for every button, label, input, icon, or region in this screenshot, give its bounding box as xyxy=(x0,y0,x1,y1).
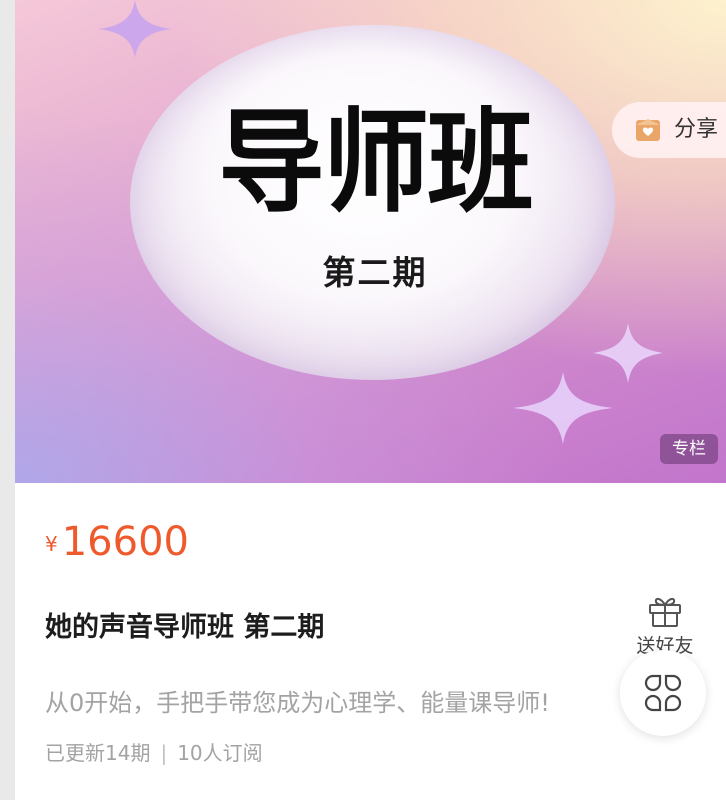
banner-title: 导师班 xyxy=(218,98,533,228)
subscriber-count: 10人订阅 xyxy=(177,741,263,765)
sparkle-decoration xyxy=(513,372,613,444)
product-page: 导师班 第二期 分享 专栏 ¥16600 她的声音导师班 第二期 送好友 从0开… xyxy=(15,0,726,800)
share-label: 分享 xyxy=(674,117,719,142)
share-icon xyxy=(636,119,660,141)
product-meta: 已更新14期 | 10人订阅 xyxy=(45,736,263,770)
price-currency: ¥ xyxy=(45,532,58,556)
left-edge-strip xyxy=(0,0,15,800)
product-title: 她的声音导师班 第二期 xyxy=(45,612,325,643)
grid-menu-icon xyxy=(644,674,682,712)
product-description: 从0开始，手把手带您成为心理学、能量课导师! xyxy=(45,689,550,717)
price: ¥16600 xyxy=(45,516,189,568)
share-button[interactable]: 分享 xyxy=(612,102,726,158)
meta-separator: | xyxy=(160,741,168,765)
price-value: 16600 xyxy=(61,519,189,565)
sparkle-decoration xyxy=(98,0,172,58)
floating-menu-button[interactable] xyxy=(620,650,706,736)
banner-subtitle: 第二期 xyxy=(322,253,428,292)
cover-banner: 导师班 第二期 分享 专栏 xyxy=(15,0,726,483)
gift-icon xyxy=(649,597,681,627)
update-count: 已更新14期 xyxy=(45,741,151,765)
column-tag-badge: 专栏 xyxy=(660,434,718,464)
